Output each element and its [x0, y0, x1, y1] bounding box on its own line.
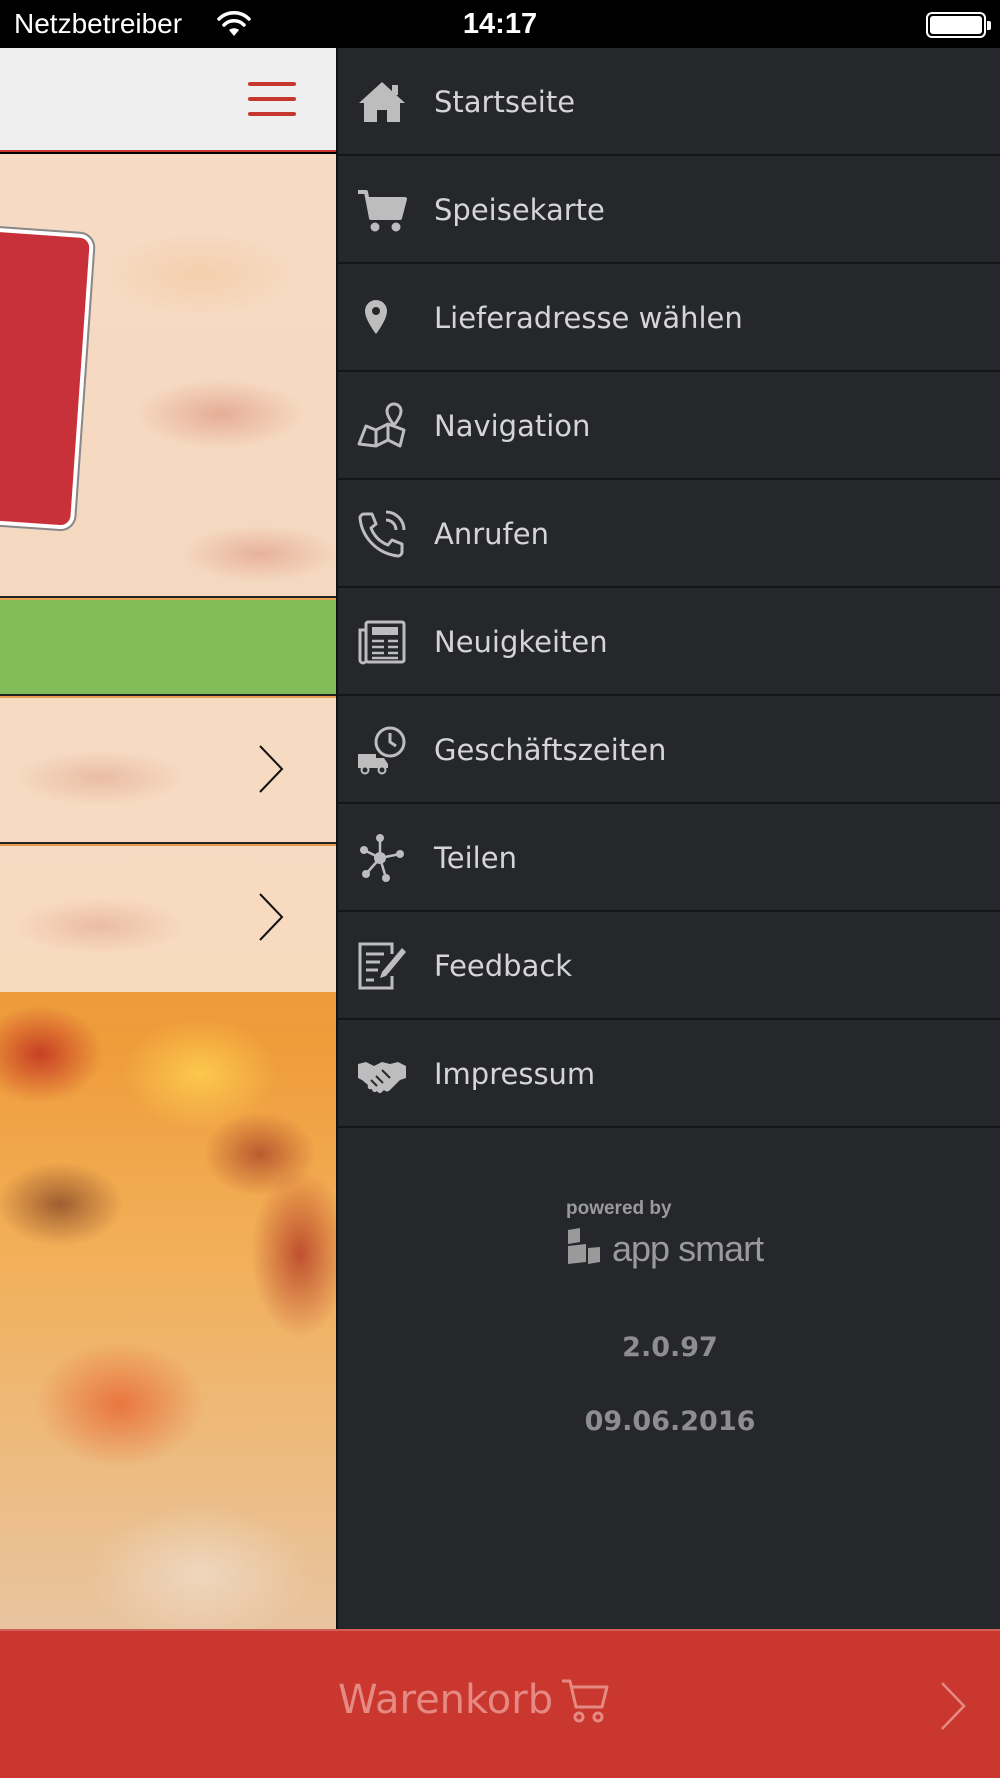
menu-item-label: Lieferadresse wählen [434, 301, 743, 335]
chevron-right-icon [259, 893, 284, 941]
map-icon [357, 402, 406, 448]
menu-item-startseite[interactable]: Startseite [338, 48, 1000, 156]
handshake-icon [358, 1062, 406, 1094]
home-icon [359, 82, 405, 122]
list-item[interactable] [0, 698, 336, 844]
menu-item-label: Startseite [434, 85, 576, 119]
menu-item-navigation[interactable]: Navigation [338, 372, 1000, 480]
menu-item-label: Impressum [434, 1057, 596, 1091]
menu-item-teilen[interactable]: Teilen [338, 804, 1000, 912]
news-icon [358, 620, 406, 665]
appsmart-logo[interactable]: app smart [566, 1226, 776, 1282]
status-bar: Netzbetreiber 14:17 [0, 0, 1000, 48]
menu-item-label: Navigation [434, 409, 591, 443]
menu-item-impressum[interactable]: Impressum [338, 1020, 1000, 1128]
app-header [0, 48, 336, 152]
menu-item-neuigkeiten[interactable]: Neuigkeiten [338, 588, 1000, 696]
chevron-right-icon [259, 745, 284, 793]
cart-icon [562, 1679, 609, 1723]
cart-label: Warenkorb [338, 1677, 554, 1723]
appsmart-wordmark: app smart [612, 1228, 764, 1269]
build-date: 09.06.2016 [584, 1406, 756, 1437]
delivery-clock-icon [358, 726, 406, 775]
hamburger-menu-icon[interactable] [248, 82, 298, 118]
menu-item-lieferadresse[interactable]: Lieferadresse wählen [338, 264, 1000, 372]
map-pin-icon [365, 300, 387, 334]
feedback-icon [358, 942, 406, 990]
navigation-drawer: Startseite Speisekarte Lieferadresse wäh… [336, 48, 1000, 1629]
menu-item-geschaeftszeiten[interactable]: Geschäftszeiten [338, 696, 1000, 804]
menu-item-feedback[interactable]: Feedback [338, 912, 1000, 1020]
menu-item-label: Anrufen [434, 517, 549, 551]
share-icon [360, 834, 404, 882]
cart-icon [358, 190, 407, 232]
menu-item-label: Feedback [434, 949, 573, 983]
cart-button[interactable]: Warenkorb [0, 1629, 1000, 1778]
list-item[interactable] [0, 846, 336, 992]
chevron-right-icon [941, 1682, 966, 1730]
menu-item-label: Speisekarte [434, 193, 605, 227]
menu-item-anrufen[interactable]: Anrufen [338, 480, 1000, 588]
app-main-panel [0, 48, 336, 1629]
battery-icon [926, 12, 991, 38]
menu-item-speisekarte[interactable]: Speisekarte [338, 156, 1000, 264]
menu-item-label: Teilen [434, 841, 517, 875]
appsmart-logo-icon [568, 1228, 600, 1264]
green-action-bar[interactable] [0, 600, 336, 696]
phone-icon [358, 510, 406, 558]
app-version: 2.0.97 [622, 1332, 718, 1363]
menu-item-label: Neuigkeiten [434, 625, 608, 659]
clock: 14:17 [462, 8, 538, 40]
powered-by-label: powered by [566, 1198, 672, 1219]
menu-item-label: Geschäftszeiten [434, 733, 667, 767]
